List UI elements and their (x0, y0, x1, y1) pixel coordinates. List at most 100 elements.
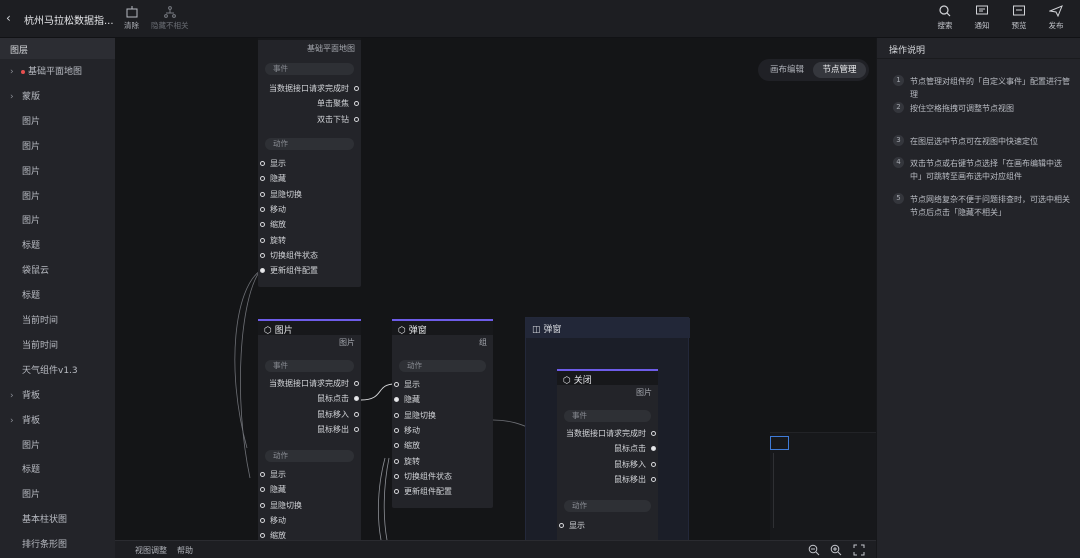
input-port-icon[interactable] (260, 237, 265, 243)
input-port-icon[interactable] (394, 427, 399, 433)
event-row[interactable]: 鼠标移入 (614, 457, 658, 472)
layer-item[interactable]: 图片 (0, 434, 115, 459)
action-row[interactable]: 更新组件配置 (392, 484, 452, 499)
tab-canvas-edit[interactable]: 画布编辑 (761, 62, 813, 78)
action-row[interactable]: 显示 (557, 518, 585, 533)
layer-item[interactable]: 图片 (0, 160, 115, 185)
layer-item[interactable]: › 蒙版 (0, 85, 115, 110)
layer-item[interactable]: 图片 (0, 483, 115, 508)
output-port-icon[interactable] (651, 431, 656, 436)
action-row[interactable]: 旋转 (258, 233, 286, 248)
output-port-icon[interactable] (354, 116, 359, 122)
output-port-icon[interactable] (354, 411, 359, 417)
input-port-icon[interactable] (260, 487, 265, 493)
action-row[interactable]: 更新组件配置 (258, 263, 318, 278)
action-row[interactable]: 隐藏 (258, 171, 286, 186)
action-row[interactable]: 切换组件状态 (392, 469, 452, 484)
action-row[interactable]: 显示 (392, 377, 420, 392)
input-port-icon[interactable] (260, 502, 265, 508)
action-row[interactable]: 缩放 (392, 438, 420, 453)
layer-item[interactable]: 袋鼠云 (0, 259, 115, 284)
output-port-icon[interactable] (354, 396, 359, 402)
event-row[interactable]: 当数据接口请求完成时 (566, 426, 658, 441)
action-row[interactable]: 显隐切换 (258, 498, 302, 513)
event-row[interactable]: 鼠标点击 (614, 441, 658, 456)
layer-item[interactable]: 基本柱状图 (0, 508, 115, 533)
chevron-right-icon[interactable]: › (10, 60, 14, 85)
preview-button[interactable]: 预览 (1007, 5, 1031, 31)
input-port-icon[interactable] (394, 458, 399, 464)
input-port-icon[interactable] (394, 397, 399, 403)
action-row[interactable]: 显隐切换 (258, 187, 302, 202)
chevron-right-icon[interactable]: › (10, 384, 14, 409)
event-row[interactable]: 单击聚焦 (317, 96, 361, 111)
output-port-icon[interactable] (651, 461, 656, 467)
input-port-icon[interactable] (260, 268, 265, 274)
input-port-icon[interactable] (260, 252, 265, 258)
input-port-icon[interactable] (559, 523, 564, 528)
action-row[interactable]: 切换组件状态 (258, 248, 318, 263)
zoom-out-icon[interactable] (808, 544, 820, 556)
fit-view-icon[interactable] (853, 544, 865, 556)
minimap[interactable] (770, 432, 876, 540)
input-port-icon[interactable] (260, 161, 265, 166)
node-canvas[interactable]: 画布编辑 节点管理 基础平面地图 事件 动作 当数据接口请求完成时 单击聚焦 双击下… (115, 38, 876, 540)
help-link[interactable]: 帮助 (177, 545, 193, 556)
publish-button[interactable]: 发布 (1044, 5, 1068, 31)
clear-button[interactable]: 清除 (124, 6, 139, 31)
back-chevron-icon[interactable]: ‹ (6, 11, 11, 25)
output-port-icon[interactable] (354, 86, 359, 91)
input-port-icon[interactable] (260, 191, 265, 197)
output-port-icon[interactable] (651, 446, 656, 452)
input-port-icon[interactable] (260, 533, 265, 539)
tab-node-manage[interactable]: 节点管理 (813, 62, 866, 78)
layer-item[interactable]: 图片 (0, 185, 115, 210)
output-port-icon[interactable] (651, 476, 656, 482)
event-row[interactable]: 鼠标点击 (317, 391, 361, 406)
hide-unrelated-button[interactable]: 隐藏不相关 (151, 6, 189, 31)
node-map[interactable]: 基础平面地图 事件 动作 当数据接口请求完成时 单击聚焦 双击下钻 显示 隐藏 显隐切换移… (258, 38, 361, 287)
layer-item[interactable]: 排行条形图 (0, 533, 115, 558)
layer-item[interactable]: 标题 (0, 234, 115, 259)
layer-item[interactable]: 当前时间 (0, 309, 115, 334)
event-row[interactable]: 鼠标移出 (614, 472, 658, 487)
minimap-viewport[interactable] (770, 436, 789, 450)
layer-item[interactable]: › 基础平面地图 (0, 60, 115, 85)
input-port-icon[interactable] (394, 473, 399, 479)
layer-item[interactable]: 标题 (0, 458, 115, 483)
action-row[interactable]: 移动 (392, 423, 420, 438)
event-row[interactable]: 鼠标移出 (317, 422, 361, 437)
layer-item[interactable]: › 背板 (0, 384, 115, 409)
node-close[interactable]: ⬡ 关闭 图片 事件 动作 当数据接口请求完成时 鼠标点击 鼠标移入 鼠标移出 显示 (557, 369, 658, 540)
input-port-icon[interactable] (394, 443, 399, 449)
input-port-icon[interactable] (260, 222, 265, 228)
node-image[interactable]: ⬡ 图片 图片 事件 动作 当数据接口请求完成时 鼠标点击 鼠标移入 鼠标移出 显示 隐藏… (258, 319, 361, 540)
event-row[interactable]: 双击下钻 (317, 112, 361, 127)
search-button[interactable]: 搜索 (933, 5, 957, 31)
output-port-icon[interactable] (354, 101, 359, 107)
layer-item[interactable]: 当前时间 (0, 334, 115, 359)
action-row[interactable]: 隐藏 (258, 482, 286, 497)
input-port-icon[interactable] (260, 206, 265, 212)
chevron-right-icon[interactable]: › (10, 85, 14, 110)
layer-item[interactable]: 天气组件v1.3 (0, 359, 115, 384)
action-row[interactable]: 缩放 (258, 217, 286, 232)
action-row[interactable]: 旋转 (392, 454, 420, 469)
action-row[interactable]: 移动 (258, 513, 286, 528)
output-port-icon[interactable] (354, 381, 359, 386)
event-row[interactable]: 鼠标移入 (317, 407, 361, 422)
input-port-icon[interactable] (260, 472, 265, 477)
chevron-right-icon[interactable]: › (10, 409, 14, 434)
layer-item[interactable]: 图片 (0, 110, 115, 135)
input-port-icon[interactable] (394, 489, 399, 495)
zoom-in-icon[interactable] (830, 544, 842, 556)
layer-item[interactable]: › 背板 (0, 409, 115, 434)
action-row[interactable]: 隐藏 (392, 392, 420, 407)
input-port-icon[interactable] (260, 517, 265, 523)
view-adjust-link[interactable]: 视图调整 (135, 545, 167, 556)
event-row[interactable]: 当数据接口请求完成时 (269, 376, 361, 391)
action-row[interactable]: 显示 (258, 156, 286, 171)
action-row[interactable]: 显隐切换 (392, 408, 436, 423)
layer-item[interactable]: 标题 (0, 284, 115, 309)
layer-item[interactable]: 图片 (0, 209, 115, 234)
